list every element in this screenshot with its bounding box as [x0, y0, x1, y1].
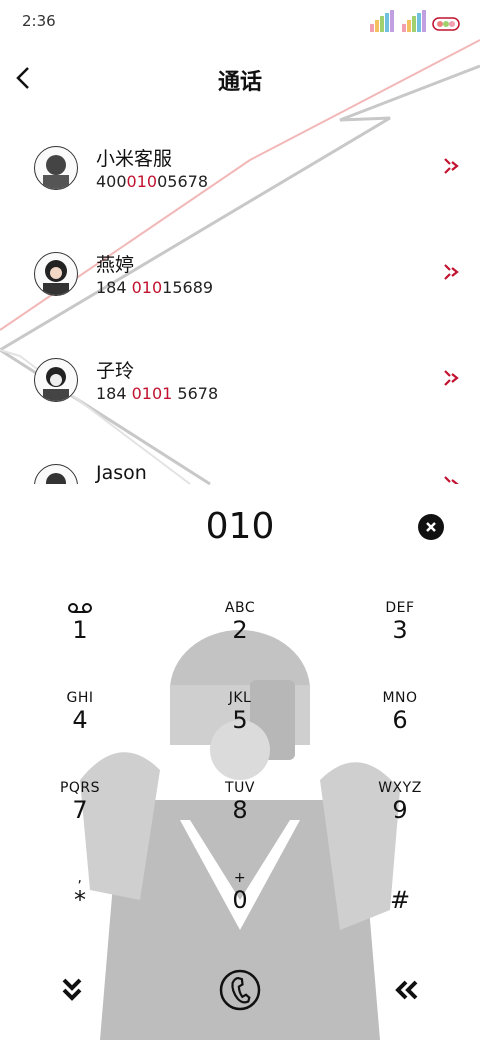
key-letters: JKL [228, 690, 252, 706]
key-digit: 9 [392, 796, 408, 824]
double-chevron-left-icon [395, 980, 418, 1000]
bottom-bar [0, 960, 480, 1020]
key-letters: WXYZ [378, 780, 422, 796]
call-icon[interactable] [442, 474, 460, 484]
key-digit: 1 [72, 616, 88, 644]
contact-number: 40001005678 [96, 172, 208, 191]
key-digit: 8 [232, 796, 248, 824]
key-4[interactable]: GHI 4 [20, 680, 140, 760]
signal-icon [370, 10, 394, 32]
call-icon[interactable] [442, 368, 460, 388]
key-digit: 0 [232, 886, 248, 914]
key-digit: * [74, 886, 86, 914]
key-2[interactable]: ABC 2 [180, 590, 300, 670]
key-letters: , [77, 870, 83, 886]
call-button[interactable] [216, 966, 264, 1014]
status-icons [370, 10, 462, 32]
avatar [34, 252, 78, 296]
header: 通话 [0, 52, 480, 108]
double-chevron-down-icon [62, 978, 82, 1001]
contact-list: 小米客服 40001005678 燕婷 184 01015689 子玲 184 … [0, 120, 480, 484]
contact-name: 小米客服 [96, 148, 173, 170]
key-8[interactable]: TUV 8 [180, 770, 300, 850]
contact-item[interactable]: 小米客服 40001005678 [0, 120, 480, 220]
key-letters: PQRS [59, 780, 101, 796]
key-digit: 6 [392, 706, 408, 734]
key-letters: GHI [66, 690, 94, 706]
status-bar: 2:36 [0, 0, 480, 44]
contact-item[interactable]: 子玲 184 0101 5678 [0, 332, 480, 432]
avatar [34, 464, 78, 484]
key-1[interactable]: 1 [20, 590, 140, 670]
status-time: 2:36 [22, 12, 56, 30]
contact-name: 子玲 [96, 360, 135, 382]
close-icon [426, 522, 436, 532]
key-digit: 2 [232, 616, 248, 644]
key-letters: DEF [385, 600, 415, 616]
key-6[interactable]: MNO 6 [340, 680, 460, 760]
key-hash[interactable]: # [340, 860, 460, 940]
key-star[interactable]: , * [20, 860, 140, 940]
contact-name: 燕婷 [96, 254, 135, 276]
key-9[interactable]: WXYZ 9 [340, 770, 460, 850]
key-5[interactable]: JKL 5 [180, 680, 300, 760]
key-letters: TUV [225, 780, 255, 796]
keypad: 1 ABC 2 DEF 3 GHI 4 JKL 5 MNO 6 PQRS 7 T… [0, 590, 480, 930]
key-letters: + [233, 870, 247, 886]
contact-item[interactable]: 燕婷 184 01015689 [0, 226, 480, 326]
key-digit: 4 [72, 706, 88, 734]
avatar [34, 358, 78, 402]
key-letters: MNO [382, 690, 418, 706]
signal-icon-2 [402, 10, 426, 32]
contact-number: 184 0101 5678 [96, 384, 219, 403]
voicemail-icon [68, 603, 92, 613]
key-digit: 7 [72, 796, 88, 824]
key-0[interactable]: + 0 [180, 860, 300, 940]
dial-display: 010 [0, 500, 480, 560]
key-3[interactable]: DEF 3 [340, 590, 460, 670]
dialed-number: 010 [205, 506, 275, 547]
battery-icon [432, 17, 460, 31]
page-title: 通话 [217, 70, 262, 95]
key-digit: 5 [232, 706, 248, 734]
backspace-button[interactable] [382, 966, 430, 1014]
key-letters: ABC [224, 600, 256, 616]
key-7[interactable]: PQRS 7 [20, 770, 140, 850]
key-digit: # [389, 886, 411, 914]
avatar [34, 146, 78, 190]
contact-item[interactable]: Jason [0, 438, 480, 484]
clear-button[interactable] [418, 514, 444, 540]
contact-number: 184 01015689 [96, 278, 214, 297]
call-icon[interactable] [442, 262, 460, 282]
call-icon[interactable] [442, 156, 460, 176]
phone-icon [219, 969, 261, 1011]
collapse-keypad-button[interactable] [48, 966, 96, 1014]
contact-name: Jason [96, 462, 147, 484]
key-digit: 3 [392, 616, 408, 644]
